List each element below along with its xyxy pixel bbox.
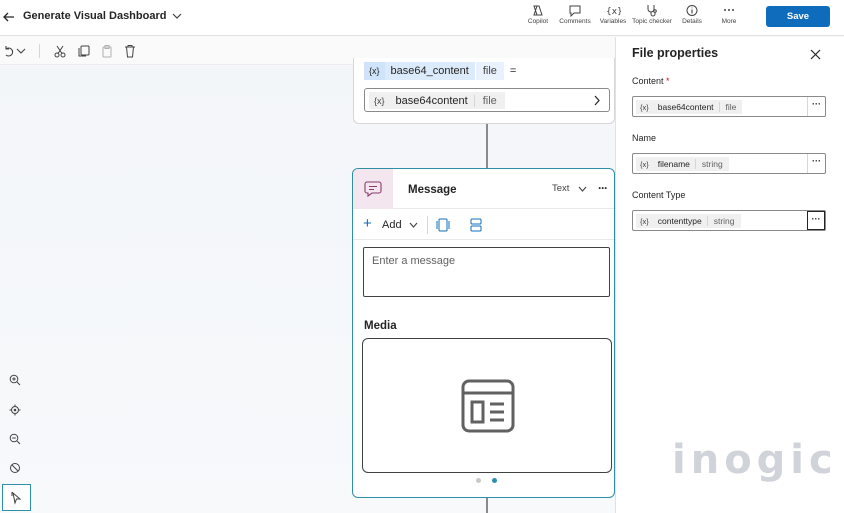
equals-sign: = (509, 65, 517, 77)
add-plus-icon[interactable]: + (363, 216, 372, 232)
value-type: file (473, 94, 505, 107)
panel-title: File properties (632, 46, 719, 60)
fit-view-button[interactable] (4, 399, 26, 421)
undo-icon[interactable] (2, 44, 16, 58)
value-field[interactable]: {x} base64content file (364, 88, 610, 112)
content-type-more-button[interactable]: ··· (807, 211, 825, 230)
chevron-down-icon[interactable] (16, 44, 26, 58)
value-name: base64content (395, 94, 468, 107)
back-arrow-icon[interactable] (2, 8, 16, 26)
more-icon (724, 9, 734, 11)
save-button[interactable]: Save (766, 6, 830, 27)
name-label: Name (632, 133, 657, 143)
chevron-down-icon[interactable] (172, 11, 182, 21)
info-icon (686, 5, 698, 16)
variable-type: file (474, 62, 504, 80)
value-chip[interactable]: {x} base64content file (369, 92, 505, 109)
message-node[interactable]: Message Text ··· + Add Enter a message M… (352, 168, 615, 498)
carousel-dot-active[interactable] (492, 478, 497, 483)
zoom-out-icon (9, 433, 21, 445)
variables-button[interactable]: {x} Variables (598, 4, 628, 32)
set-variable-node[interactable]: {x} base64_content file = {x} base64cont… (353, 58, 615, 124)
message-toolbar: + Add (353, 210, 614, 240)
name-more-button[interactable]: ··· (807, 154, 825, 173)
more-button[interactable]: More (716, 4, 742, 32)
topic-checker-button[interactable]: Topic checker (631, 4, 673, 32)
target-icon (9, 404, 21, 416)
message-input[interactable]: Enter a message (363, 247, 610, 297)
list-layout-icon[interactable] (468, 217, 484, 233)
copy-icon[interactable] (77, 44, 91, 58)
close-icon[interactable] (810, 49, 821, 60)
zoom-in-button[interactable] (4, 369, 26, 391)
name-field[interactable]: {x} filename string ··· (632, 153, 826, 174)
content-type-label: Content Type (632, 190, 686, 200)
content-more-button[interactable]: ··· (807, 97, 825, 116)
variable-name: contenttype (657, 216, 702, 226)
variable-name: filename (657, 159, 690, 169)
carousel-icon[interactable] (435, 217, 451, 233)
variable-name: base64_content (384, 62, 475, 80)
select-mode-button[interactable] (2, 484, 31, 511)
chat-bubble-icon (364, 181, 382, 198)
content-type-variable-chip[interactable]: {x} contenttype string (636, 214, 741, 228)
cursor-icon (11, 491, 22, 505)
value-symbol: {x} (374, 95, 385, 106)
variable-type: string (694, 159, 729, 169)
variables-icon: {x} (606, 7, 621, 17)
copilot-button[interactable]: Copilot (525, 4, 551, 32)
variable-symbol: {x} (640, 216, 649, 226)
copilot-icon (533, 5, 543, 16)
name-variable-chip[interactable]: {x} filename string (636, 157, 729, 171)
chevron-right-icon[interactable] (593, 95, 601, 106)
content-variable-chip[interactable]: {x} base64content file (636, 100, 743, 114)
comment-icon (569, 5, 581, 17)
top-bar: Generate Visual Dashboard Copilot Commen… (0, 0, 844, 36)
message-type-dropdown[interactable]: Text (552, 183, 569, 194)
cut-icon[interactable] (53, 44, 67, 58)
message-node-header: Message Text ··· (353, 169, 614, 209)
zoom-in-icon (9, 374, 21, 386)
topic-title[interactable]: Generate Visual Dashboard (23, 10, 166, 22)
required-marker: * (666, 76, 670, 86)
variable-symbol: {x} (640, 159, 649, 169)
variable-symbol: {x} (364, 62, 385, 80)
card-media-icon (461, 379, 515, 433)
zoom-out-button[interactable] (4, 428, 26, 450)
message-title: Message (408, 184, 457, 196)
delete-icon[interactable] (123, 44, 137, 58)
chevron-down-icon[interactable] (578, 185, 587, 193)
block-icon (10, 463, 20, 473)
minimap-toggle-button[interactable] (4, 457, 26, 479)
paste-icon[interactable] (100, 44, 114, 58)
variable-chip[interactable]: {x} base64_content file = (364, 62, 516, 80)
carousel-dot[interactable] (476, 478, 481, 483)
node-connector (486, 498, 488, 513)
variable-type: file (718, 102, 743, 112)
content-label: Content * (632, 76, 670, 86)
content-type-field[interactable]: {x} contenttype string ··· (632, 210, 826, 231)
comments-button[interactable]: Comments (557, 4, 593, 32)
details-button[interactable]: Details (678, 4, 706, 32)
stethoscope-icon (647, 5, 657, 17)
media-card[interactable] (362, 338, 612, 473)
inogic-watermark: inogic (672, 437, 838, 483)
authoring-canvas[interactable]: {x} base64_content file = {x} base64cont… (0, 58, 615, 513)
toolbar-divider (427, 216, 428, 234)
add-button[interactable]: Add (382, 219, 402, 231)
variable-type: string (706, 216, 741, 226)
message-icon-box (353, 169, 393, 209)
variable-name: base64content (657, 102, 714, 112)
media-label: Media (364, 320, 397, 332)
message-more-button[interactable]: ··· (598, 181, 608, 195)
toolbar-divider (39, 44, 40, 58)
content-field[interactable]: {x} base64content file ··· (632, 96, 826, 117)
variable-symbol: {x} (640, 102, 649, 112)
chevron-down-icon[interactable] (409, 221, 418, 229)
svg-text:{x}: {x} (606, 7, 621, 17)
